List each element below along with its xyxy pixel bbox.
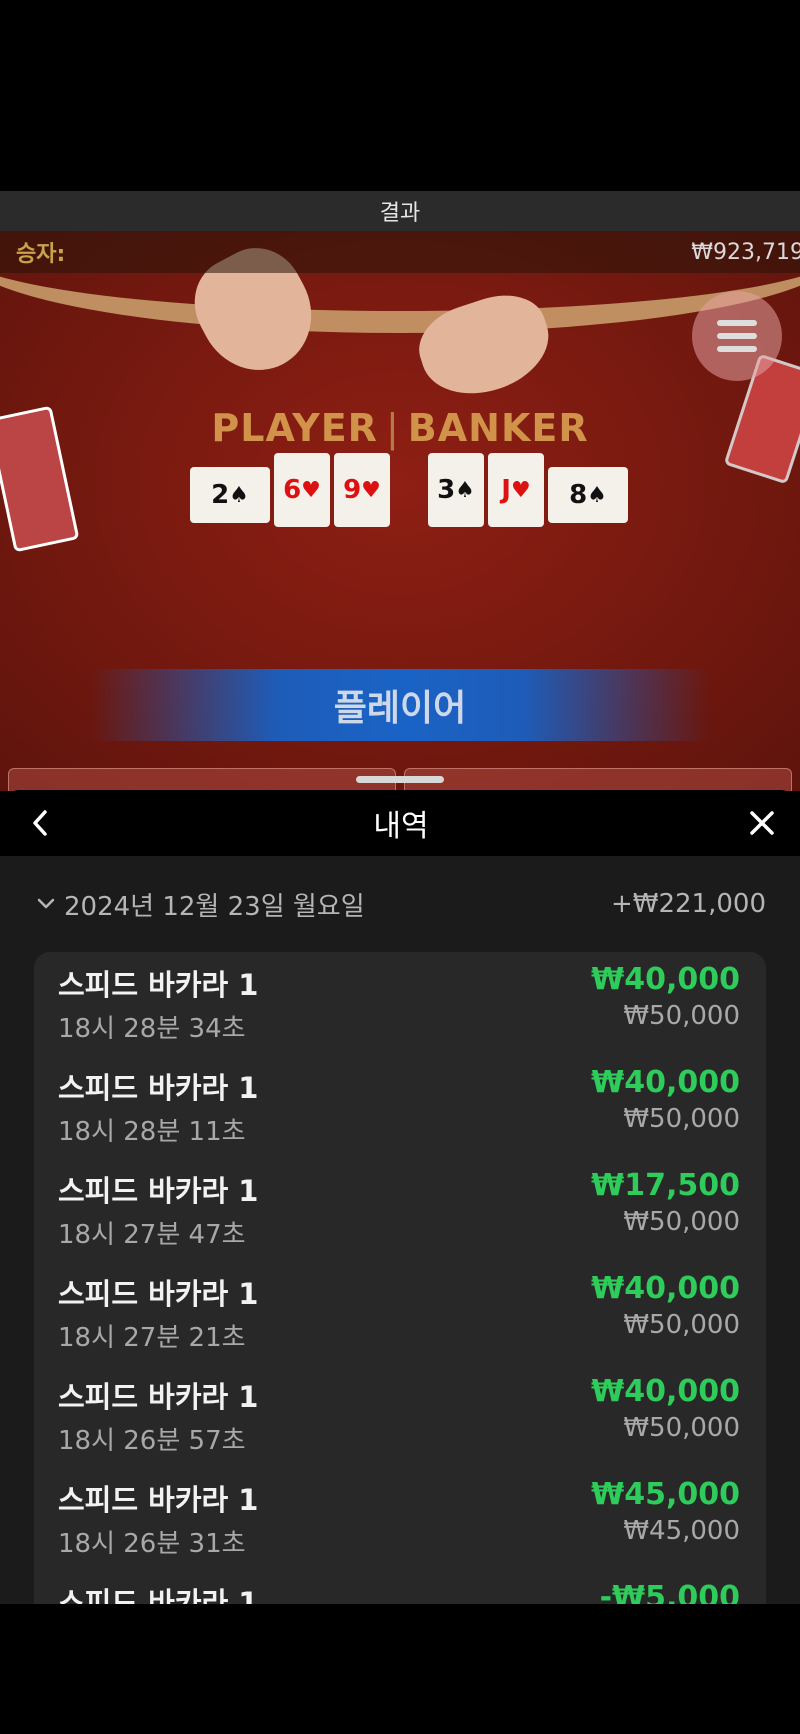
player-cards: 2 ♠ 6 ♥ 9 ♥ [190, 453, 390, 527]
card-face: 8 [569, 480, 588, 510]
card-face: J [501, 475, 511, 505]
status-area [0, 0, 800, 191]
card-face: 2 [211, 480, 230, 510]
win-amount: ₩45,000 [591, 1477, 740, 1512]
winner-strip: 승자: ₩923,719 [0, 231, 800, 273]
win-amount: ₩40,000 [591, 962, 740, 997]
card-face: 3 [437, 475, 456, 505]
card-suit-icon: ♠ [229, 482, 249, 508]
card-suit-icon: ♥ [510, 477, 531, 503]
date-total: +₩221,000 [610, 889, 766, 919]
banker-label: BANKER [407, 406, 589, 450]
winner-label: 승자: [16, 242, 66, 267]
sheet-drag-handle[interactable] [356, 776, 444, 783]
game-name: 스피드 바카라 1 [58, 968, 259, 1002]
bet-amount: ₩50,000 [623, 1001, 740, 1031]
history-row[interactable]: 스피드 바카라 1 18시 26분 31초 ₩45,000 ₩45,000 [34, 1467, 766, 1570]
date-label: 2024년 12월 23일 월요일 [64, 891, 365, 922]
card-face: 9 [343, 475, 362, 505]
bet-spot-player[interactable] [8, 768, 396, 791]
sheet-title: 내역 [373, 809, 429, 844]
banker-card: J ♥ [488, 453, 544, 527]
bet-amount: ₩50,000 [623, 1104, 740, 1134]
chevron-down-icon [37, 898, 55, 909]
balance: ₩923,719 [691, 239, 800, 265]
banker-cards: 3 ♠ J ♥ 8 ♠ [428, 453, 628, 527]
history-sheet: 내역 2024년 12월 23일 월요일 +₩221,000 스피드 바카라 1… [0, 790, 800, 1604]
close-button[interactable] [742, 803, 782, 843]
card-suit-icon: ♠ [455, 477, 475, 503]
menu-button[interactable] [692, 291, 782, 381]
result-bar-title: 결과 [379, 201, 421, 226]
card-suit-icon: ♥ [361, 477, 381, 503]
banker-card: 3 ♠ [428, 453, 484, 527]
history-row[interactable]: 스피드 바카라 1 18시 27분 47초 ₩17,500 ₩50,000 [34, 1158, 766, 1261]
win-amount: ₩17,500 [591, 1168, 740, 1203]
banker-card: 8 ♠ [548, 467, 628, 523]
chevron-left-icon [33, 810, 47, 836]
game-name: 스피드 바카라 1 [58, 1277, 259, 1311]
win-amount: ₩40,000 [591, 1065, 740, 1100]
player-label: PLAYER [211, 406, 378, 450]
history-row[interactable]: 스피드 바카라 1 18시 26분 57초 ₩40,000 ₩50,000 [34, 1364, 766, 1467]
player-card: 2 ♠ [190, 467, 270, 523]
bet-spot-banker[interactable] [404, 768, 792, 791]
bet-amount: ₩50,000 [623, 1207, 740, 1237]
live-video: 승자: ₩923,719 PLAYER | BANKER 2 ♠ 6 ♥ 9 ♥ 3 ♠ J ♥ 8 ♠… [0, 231, 800, 791]
bet-amount: ₩50,000 [623, 1310, 740, 1340]
game-name: 스피드 바카라 1 [58, 1174, 259, 1208]
history-list: 스피드 바카라 1 18시 28분 34초 ₩40,000 ₩50,000 스피드 바카… [34, 952, 766, 1604]
player-card: 9 ♥ [334, 453, 390, 527]
result-text: 플레이어 [333, 688, 467, 729]
win-amount: ₩40,000 [591, 1374, 740, 1409]
card-suit-icon: ♠ [587, 482, 607, 508]
game-name: 스피드 바카라 1 [58, 1380, 259, 1414]
back-button[interactable] [20, 803, 60, 843]
round-time: 18시 27분 47초 [58, 1220, 246, 1250]
date-group-header[interactable]: 2024년 12월 23일 월요일 +₩221,000 [0, 884, 800, 924]
card-face: 6 [283, 475, 302, 505]
result-bar: 결과 [0, 191, 800, 231]
round-time: 18시 28분 34초 [58, 1014, 246, 1044]
history-row[interactable]: 스피드 바카라 1 18시 28분 34초 ₩40,000 ₩50,000 [34, 952, 766, 1055]
round-time: 18시 27분 21초 [58, 1323, 246, 1353]
game-name: 스피드 바카라 1 [58, 1071, 259, 1105]
history-row[interactable]: 스피드 바카라 1 18시 28분 11초 ₩40,000 ₩50,000 [34, 1055, 766, 1158]
round-time: 18시 28분 11초 [58, 1117, 246, 1147]
history-row[interactable]: 스피드 바카라 1 -₩5,000 [34, 1570, 766, 1604]
hamburger-menu-icon [717, 320, 757, 326]
player-banker-labels: PLAYER | BANKER [211, 406, 589, 450]
round-time: 18시 26분 57초 [58, 1426, 246, 1456]
game-name: 스피드 바카라 1 [58, 1483, 259, 1517]
win-amount: -₩5,000 [599, 1580, 740, 1604]
win-amount: ₩40,000 [591, 1271, 740, 1306]
player-card: 6 ♥ [274, 453, 330, 527]
game-name: 스피드 바카라 1 [58, 1586, 259, 1604]
bet-amount: ₩50,000 [623, 1413, 740, 1443]
close-icon [750, 811, 774, 835]
round-time: 18시 26분 31초 [58, 1529, 246, 1559]
sheet-header: 내역 [0, 790, 800, 856]
result-banner: 플레이어 [90, 669, 710, 741]
bet-amount: ₩45,000 [623, 1516, 740, 1546]
nav-bar-area [0, 1604, 800, 1734]
history-row[interactable]: 스피드 바카라 1 18시 27분 21초 ₩40,000 ₩50,000 [34, 1261, 766, 1364]
card-suit-icon: ♥ [301, 477, 321, 503]
